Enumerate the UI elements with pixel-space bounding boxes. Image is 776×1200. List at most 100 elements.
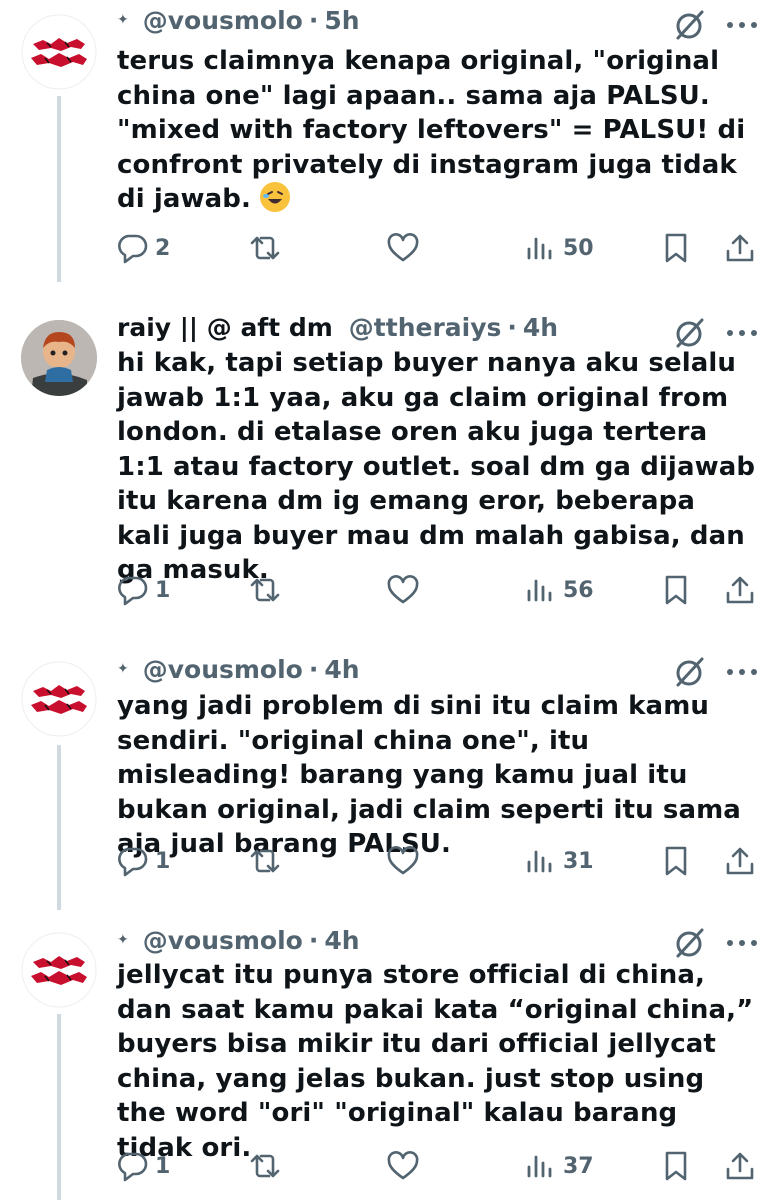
views-button[interactable]: 31 [525,841,594,881]
more-options-icon[interactable] [724,926,760,960]
repost-icon [250,578,280,602]
handle[interactable]: @vousmolo [143,926,303,955]
figurine-avatar-icon [21,320,97,396]
heart-icon [387,233,419,262]
reply-button[interactable]: 1 [115,570,170,610]
reply-button[interactable]: 1 [115,1146,170,1186]
tweet-4[interactable]: ✦ @vousmolo · 4h jellycat itu punya stor… [0,918,776,1200]
verified-dot-icon: ✦ [117,12,129,28]
repost-icon [250,236,280,260]
avatar[interactable] [21,661,97,737]
repost-button[interactable] [247,1146,283,1186]
tweet-3[interactable]: ✦ @vousmolo · 4h yang jadi problem di si… [0,645,776,915]
thread-line [57,745,61,910]
vousmolo-logo-icon [21,661,97,737]
vousmolo-logo-icon [21,14,97,90]
like-button[interactable] [385,570,421,610]
views-icon [527,850,552,873]
handle[interactable]: @vousmolo [143,655,303,684]
tweet-text: jellycat itu punya store official di chi… [117,960,754,1163]
views-button[interactable]: 50 [525,228,594,268]
timestamp[interactable]: 5h [324,6,359,35]
bookmark-button[interactable] [661,841,691,881]
like-button[interactable] [385,841,421,881]
grok-icon[interactable] [673,8,707,42]
handle[interactable]: @ttheraiys [349,313,502,342]
separator: · [308,925,319,955]
tweet-text: terus claimnya kenapa original, "origina… [117,46,746,214]
like-button[interactable] [385,228,421,268]
tweet-text: hi kak, tapi setiap buyer nanya aku sela… [117,348,756,585]
like-button[interactable] [385,1146,421,1186]
heart-icon [387,575,419,604]
repost-icon [250,1154,280,1178]
repost-button[interactable] [247,841,283,881]
views-button[interactable]: 56 [525,570,594,610]
grok-icon[interactable] [673,316,707,350]
tweet-1[interactable]: ✦ @vousmolo · 5h terus claimnya kenapa o… [0,0,776,290]
views-icon [527,579,552,602]
bookmark-icon [665,846,687,876]
vousmolo-logo-icon [21,932,97,1008]
reply-icon [118,1152,148,1182]
thread-line [57,1014,61,1200]
reply-icon [118,847,148,877]
tweet-text: yang jadi problem di sini itu claim kamu… [117,691,741,859]
avatar[interactable] [21,932,97,1008]
tweet-2[interactable]: raiy || @ aft dm @ttheraiys · 4h hi kak,… [0,300,776,640]
timestamp[interactable]: 4h [324,655,359,684]
repost-icon [250,849,280,873]
grok-icon[interactable] [673,655,707,689]
tweet-header: ✦ @vousmolo · 4h [117,923,360,957]
separator: · [308,5,319,35]
avatar[interactable] [21,320,97,396]
reply-button[interactable]: 2 [115,228,170,268]
bookmark-button[interactable] [661,228,691,268]
bookmark-icon [665,1151,687,1181]
share-button[interactable] [723,570,757,610]
timestamp[interactable]: 4h [324,926,359,955]
reply-icon [118,576,148,606]
bookmark-icon [665,233,687,263]
views-icon [527,237,552,260]
bookmark-icon [665,575,687,605]
reply-icon [118,234,148,264]
repost-button[interactable] [247,570,283,610]
separator: · [308,654,319,684]
heart-icon [387,1151,419,1180]
avatar[interactable] [21,14,97,90]
action-bar: 1 31 [115,841,765,881]
views-button[interactable]: 37 [525,1146,594,1186]
rolling-laughing-emoji-icon [260,182,291,212]
more-options-icon[interactable] [724,655,760,689]
heart-icon [387,846,419,875]
tweet-header: ✦ @vousmolo · 4h [117,652,360,686]
timestamp[interactable]: 4h [523,313,558,342]
action-bar: 2 50 [115,228,765,268]
share-icon [726,234,754,262]
bookmark-button[interactable] [661,1146,691,1186]
share-icon [726,1152,754,1180]
thread-line [57,96,61,282]
tweet-header: ✦ @vousmolo · 5h [117,3,360,37]
share-icon [726,576,754,604]
repost-button[interactable] [247,228,283,268]
action-bar: 1 37 [115,1146,765,1186]
tweet-header: raiy || @ aft dm @ttheraiys · 4h [117,310,558,344]
bookmark-button[interactable] [661,570,691,610]
share-button[interactable] [723,1146,757,1186]
share-button[interactable] [723,841,757,881]
verified-dot-icon: ✦ [117,661,129,677]
more-options-icon[interactable] [724,316,760,350]
reply-button[interactable]: 1 [115,841,170,881]
share-button[interactable] [723,228,757,268]
display-name[interactable]: raiy || @ aft dm [117,313,333,342]
handle[interactable]: @vousmolo [143,6,303,35]
views-icon [527,1155,552,1178]
share-icon [726,847,754,875]
separator: · [507,312,517,342]
verified-dot-icon: ✦ [117,932,129,948]
action-bar: 1 56 [115,570,765,610]
grok-icon[interactable] [673,926,707,960]
more-options-icon[interactable] [724,8,760,42]
